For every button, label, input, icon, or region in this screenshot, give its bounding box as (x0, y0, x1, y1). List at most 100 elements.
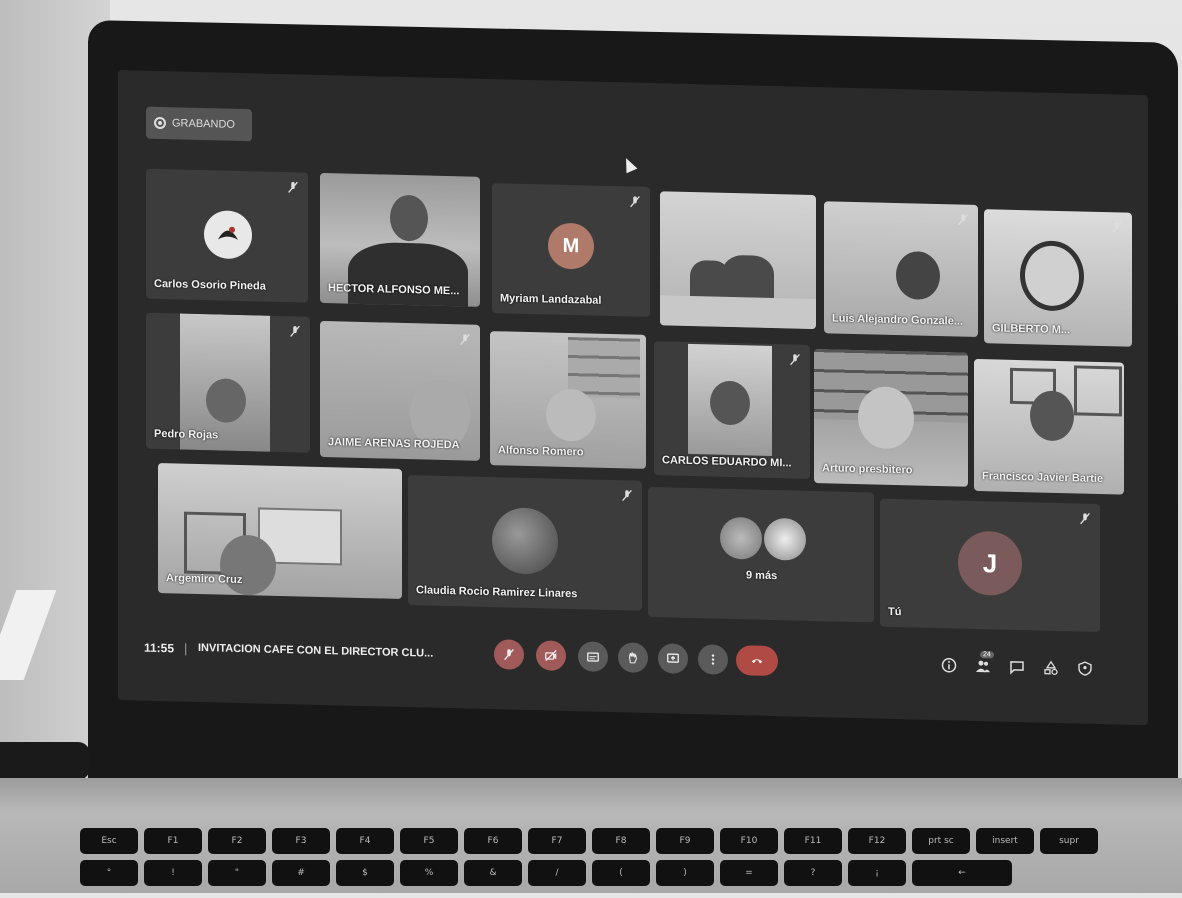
participant-tile[interactable]: Carlos Osorio Pineda (146, 169, 308, 303)
key[interactable]: ) (656, 860, 714, 886)
key[interactable]: F7 (528, 828, 586, 854)
participant-tile[interactable]: 9 más (648, 487, 874, 623)
present-icon (666, 651, 680, 665)
wall-frame (1074, 365, 1122, 416)
participants-count-badge: 24 (980, 651, 994, 658)
avatar: J (958, 531, 1022, 597)
participants-button[interactable]: 24 (974, 657, 992, 675)
participant-head (206, 378, 246, 423)
mic-off-icon (458, 332, 472, 346)
participant-name: Pedro Rojas (154, 428, 218, 442)
shapes-icon (1043, 660, 1059, 676)
key[interactable]: / (528, 860, 586, 886)
separator: | (184, 641, 187, 656)
participant-tile[interactable]: JAIME ARENAS ROJEDA (320, 321, 480, 461)
participant-head (1020, 240, 1084, 312)
meeting-details-button[interactable] (940, 656, 958, 674)
desk (660, 295, 816, 329)
participant-tile[interactable]: Arturo presbitero (814, 349, 968, 487)
meeting-title: INVITACION CAFE CON EL DIRECTOR CLU... (198, 642, 433, 660)
key[interactable]: F12 (848, 828, 906, 854)
participant-name: Luis Alejandro Gonzale... (832, 312, 963, 327)
key[interactable]: F5 (400, 828, 458, 854)
chat-button[interactable] (1008, 658, 1026, 676)
key[interactable]: F3 (272, 828, 330, 854)
participant-name: GILBERTO M... (992, 322, 1070, 336)
self-tile[interactable]: J Tú (880, 499, 1100, 632)
more-vert-icon (706, 652, 720, 666)
participant-tile[interactable] (660, 191, 816, 329)
participant-tile[interactable]: Pedro Rojas (146, 313, 310, 453)
raise-hand-button[interactable] (618, 642, 648, 673)
key[interactable]: insert (976, 828, 1034, 854)
participant-head (710, 380, 750, 425)
key[interactable]: " (208, 860, 266, 886)
present-screen-button[interactable] (658, 643, 688, 674)
hand-icon (626, 650, 640, 664)
participant-tile[interactable]: HECTOR ALFONSO ME... (320, 173, 480, 307)
participant-tile[interactable]: Alfonso Romero (490, 331, 646, 469)
key[interactable]: F11 (784, 828, 842, 854)
microphone-button[interactable] (494, 639, 524, 670)
participant-tile[interactable]: M Myriam Landazabal (492, 183, 650, 317)
participant-tile[interactable]: GILBERTO M... (984, 209, 1132, 347)
participant-tile[interactable]: Claudia Rocio Ramirez Linares (408, 475, 642, 611)
number-key-row: ° ! " # $ % & / ( ) = ? ¡ ← (80, 860, 1180, 886)
camera-button[interactable] (536, 640, 566, 671)
participant-tile[interactable]: CARLOS EDUARDO MI... (654, 341, 810, 479)
key[interactable]: F2 (208, 828, 266, 854)
key[interactable]: ¡ (848, 860, 906, 886)
key[interactable]: ← (912, 860, 1012, 886)
key[interactable]: $ (336, 860, 394, 886)
key[interactable]: Esc (80, 828, 138, 854)
participant-head (546, 388, 596, 441)
avatar (720, 517, 762, 560)
key[interactable]: F1 (144, 828, 202, 854)
activities-button[interactable] (1042, 659, 1060, 677)
key[interactable]: F6 (464, 828, 522, 854)
key[interactable]: supr (1040, 828, 1098, 854)
key[interactable]: % (400, 860, 458, 886)
leave-call-button[interactable] (736, 645, 778, 676)
key[interactable]: # (272, 860, 330, 886)
hang-up-icon (750, 653, 764, 667)
participant-name: Arturo presbitero (822, 462, 912, 476)
host-controls-button[interactable] (1076, 659, 1094, 677)
participant-head (220, 534, 276, 595)
participant-head (896, 251, 940, 300)
bird-logo-icon (213, 219, 243, 250)
key[interactable]: ° (80, 860, 138, 886)
meet-screen: GRABANDO Carlos Osorio Pineda HECTOR ALF… (118, 70, 1148, 725)
participant-name: Argemiro Cruz (166, 572, 242, 586)
participant-head (1030, 390, 1074, 441)
key[interactable]: F10 (720, 828, 778, 854)
recording-label: GRABANDO (172, 117, 235, 131)
captions-button[interactable] (578, 641, 608, 672)
chat-icon (1009, 659, 1025, 675)
key[interactable]: F8 (592, 828, 650, 854)
key[interactable]: & (464, 860, 522, 886)
record-icon (154, 117, 166, 129)
participant-tile[interactable]: Argemiro Cruz (158, 463, 402, 599)
key[interactable]: prt sc (912, 828, 970, 854)
key[interactable]: F4 (336, 828, 394, 854)
recording-badge: GRABANDO (146, 107, 252, 142)
key[interactable]: ? (784, 860, 842, 886)
mic-off-icon (288, 324, 302, 338)
more-options-button[interactable] (698, 644, 728, 675)
key[interactable]: ! (144, 860, 202, 886)
mic-off-icon (286, 180, 300, 194)
key[interactable]: ( (592, 860, 650, 886)
bookshelf (568, 337, 640, 399)
participant-tile[interactable]: Luis Alejandro Gonzale... (824, 201, 978, 337)
participant-tile[interactable]: Francisco Javier Bartie (974, 359, 1124, 495)
power-cable (0, 742, 90, 780)
participant-name: Claudia Rocio Ramirez Linares (416, 584, 577, 600)
key[interactable]: F9 (656, 828, 714, 854)
avatar-initial: M (563, 234, 580, 257)
participant-name: Tú (888, 606, 901, 618)
avatar (492, 507, 558, 575)
participant-body (722, 255, 774, 302)
key[interactable]: = (720, 860, 778, 886)
participant-name: Myriam Landazabal (500, 292, 601, 306)
